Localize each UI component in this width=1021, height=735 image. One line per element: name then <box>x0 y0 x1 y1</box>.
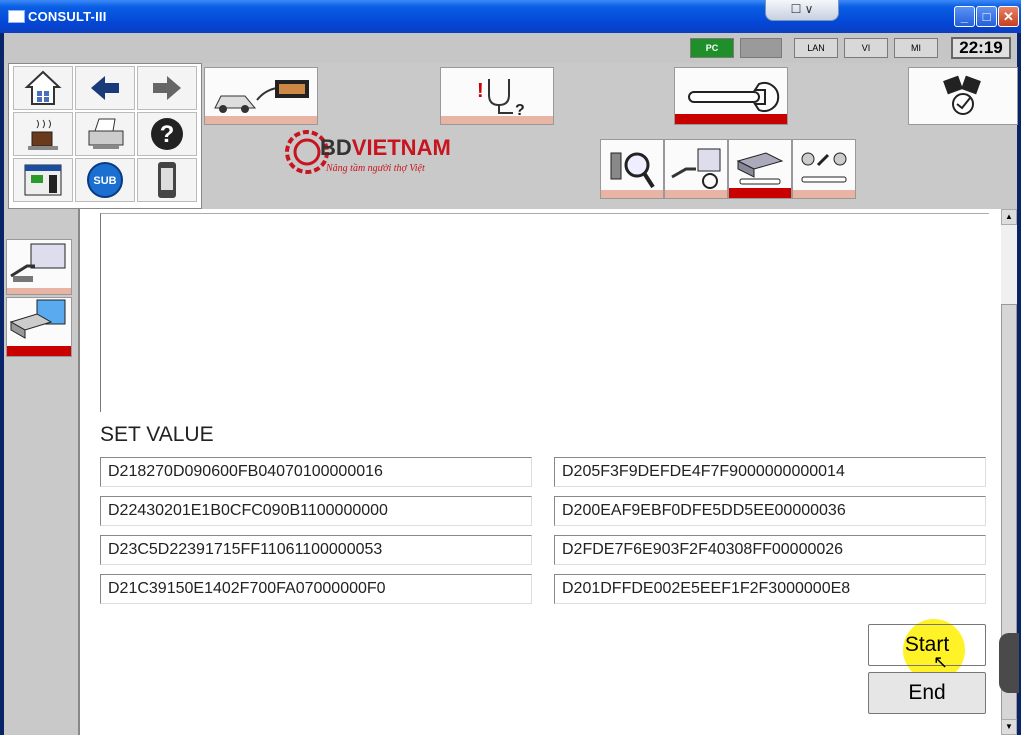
vi-device-icon <box>158 162 176 198</box>
ecu-monitor-icon <box>9 299 66 339</box>
set-value-field-right-1[interactable]: D205F3F9DEFDE4F7F9000000000014 <box>554 457 986 487</box>
logo-wordmark: BDVIETNAM <box>320 135 451 161</box>
tab-dropdown-button[interactable]: ☐ ∨ <box>765 0 839 21</box>
screen-capture-button[interactable] <box>13 158 73 202</box>
window-title: CONSULT-III <box>28 9 107 24</box>
side-pull-tab[interactable] <box>999 633 1019 693</box>
close-button[interactable]: ✕ <box>998 6 1019 27</box>
tab-indicator <box>7 288 71 294</box>
output-text-area[interactable] <box>100 213 989 412</box>
scroll-down-arrow[interactable]: ▼ <box>1001 719 1017 735</box>
home-button[interactable] <box>13 66 73 110</box>
work-support-tab[interactable] <box>674 67 788 125</box>
tab-indicator-active <box>675 114 787 124</box>
vi-status: VI <box>844 38 888 58</box>
clock: 22:19 <box>951 37 1011 59</box>
back-button[interactable] <box>75 66 135 110</box>
set-value-field-left-3[interactable]: D23C5D22391715FF11061100000053 <box>100 535 532 565</box>
set-value-heading: SET VALUE <box>100 423 214 446</box>
data-entry-icon <box>10 243 66 282</box>
svg-text:!: ! <box>477 80 484 102</box>
vi-battery-indicator <box>740 38 782 58</box>
diagnosis-tab[interactable]: !? <box>440 67 554 125</box>
checkered-flag-icon <box>943 75 981 115</box>
tab-indicator <box>441 116 553 124</box>
side-data-entry-button[interactable] <box>6 239 72 295</box>
vi-device-button[interactable] <box>137 158 197 202</box>
set-value-field-left-2[interactable]: D22430201E1B0CFC090B1100000000 <box>100 496 532 526</box>
ecu-wrench-icon <box>736 152 784 185</box>
maximize-button[interactable]: □ <box>976 6 997 27</box>
wrench-icon <box>688 82 780 112</box>
main-content: SET VALUE D218270D090600FB04070100000016… <box>78 209 1001 735</box>
svg-text:?: ? <box>160 121 175 148</box>
tab-indicator <box>793 190 855 198</box>
tab-indicator <box>601 190 663 198</box>
bdvietnam-logo: BDVIETNAM Nâng tầm người thợ Việt <box>282 123 451 183</box>
vehicle-ecu-tab[interactable] <box>204 67 318 125</box>
tab-indicator-active <box>729 188 791 198</box>
app-icon <box>8 10 25 23</box>
status-bar: PC LAN VI MI 22:19 <box>4 33 1017 63</box>
finish-tab[interactable] <box>908 67 1018 125</box>
help-button[interactable]: ? <box>137 112 197 156</box>
ecu-refresh-icon <box>671 148 721 189</box>
scroll-up-arrow[interactable]: ▲ <box>1001 209 1017 225</box>
arrow-right-icon <box>153 76 181 100</box>
end-button[interactable]: End <box>868 672 986 714</box>
printer-icon <box>88 118 124 149</box>
arrow-left-icon <box>91 76 119 100</box>
set-value-field-right-4[interactable]: D201DFFDE002E5EEF1F2F3000000E8 <box>554 574 986 604</box>
stethoscope-icon: !? <box>477 79 525 119</box>
mouse-cursor-icon: ↖ <box>933 652 949 672</box>
logo-brand: VIETNAM <box>351 135 451 160</box>
title-bar: CONSULT-III ☐ ∨ _ □ ✕ <box>0 0 1021 33</box>
tab-indicator <box>665 190 727 198</box>
data-monitor-subtab[interactable] <box>600 139 664 199</box>
set-value-field-right-2[interactable]: D200EAF9EBF0DFE5DD5EE00000036 <box>554 496 986 526</box>
side-ecu-write-button[interactable] <box>6 297 72 357</box>
print-button[interactable] <box>75 112 135 156</box>
settings-subtab[interactable] <box>792 139 856 199</box>
sub-icon: SUB <box>87 162 123 198</box>
logo-prefix: BD <box>320 135 352 160</box>
sub-label: SUB <box>93 175 116 187</box>
tab-indicator-active <box>7 346 71 356</box>
set-value-field-left-4[interactable]: D21C39150E1402F700FA07000000F0 <box>100 574 532 604</box>
lan-status: LAN <box>794 38 838 58</box>
active-test-subtab[interactable] <box>664 139 728 199</box>
app-client-area: PC LAN VI MI 22:19 ? SUB ! ? BDVIETNAM N… <box>4 33 1019 735</box>
minimize-button[interactable]: _ <box>954 6 975 27</box>
sub-mode-button[interactable]: SUB <box>75 158 135 202</box>
set-value-field-right-3[interactable]: D2FDE7F6E903F2F40308FF00000026 <box>554 535 986 565</box>
work-support-subtab[interactable] <box>728 139 792 199</box>
function-toolbar: !? BDVIETNAM Nâng tầm người thợ Việt <box>202 63 1018 207</box>
navigation-grid: ? SUB <box>8 63 202 209</box>
start-button[interactable]: Start <box>868 624 986 666</box>
coffee-cup-icon <box>28 119 58 150</box>
pc-connection-indicator: PC <box>690 38 734 58</box>
screen-capture-icon <box>24 164 62 196</box>
coffee-break-button[interactable] <box>13 112 73 156</box>
home-icon <box>24 70 62 105</box>
car-ecu-icon <box>214 80 309 113</box>
help-icon: ? <box>151 118 183 150</box>
set-value-field-left-1[interactable]: D218270D090600FB04070100000016 <box>100 457 532 487</box>
forward-button[interactable] <box>137 66 197 110</box>
magnifier-icon <box>610 152 655 189</box>
mi-status: MI <box>894 38 938 58</box>
left-side-panel <box>4 209 74 735</box>
logo-tagline: Nâng tầm người thợ Việt <box>326 163 425 174</box>
tools-icon <box>801 152 847 183</box>
